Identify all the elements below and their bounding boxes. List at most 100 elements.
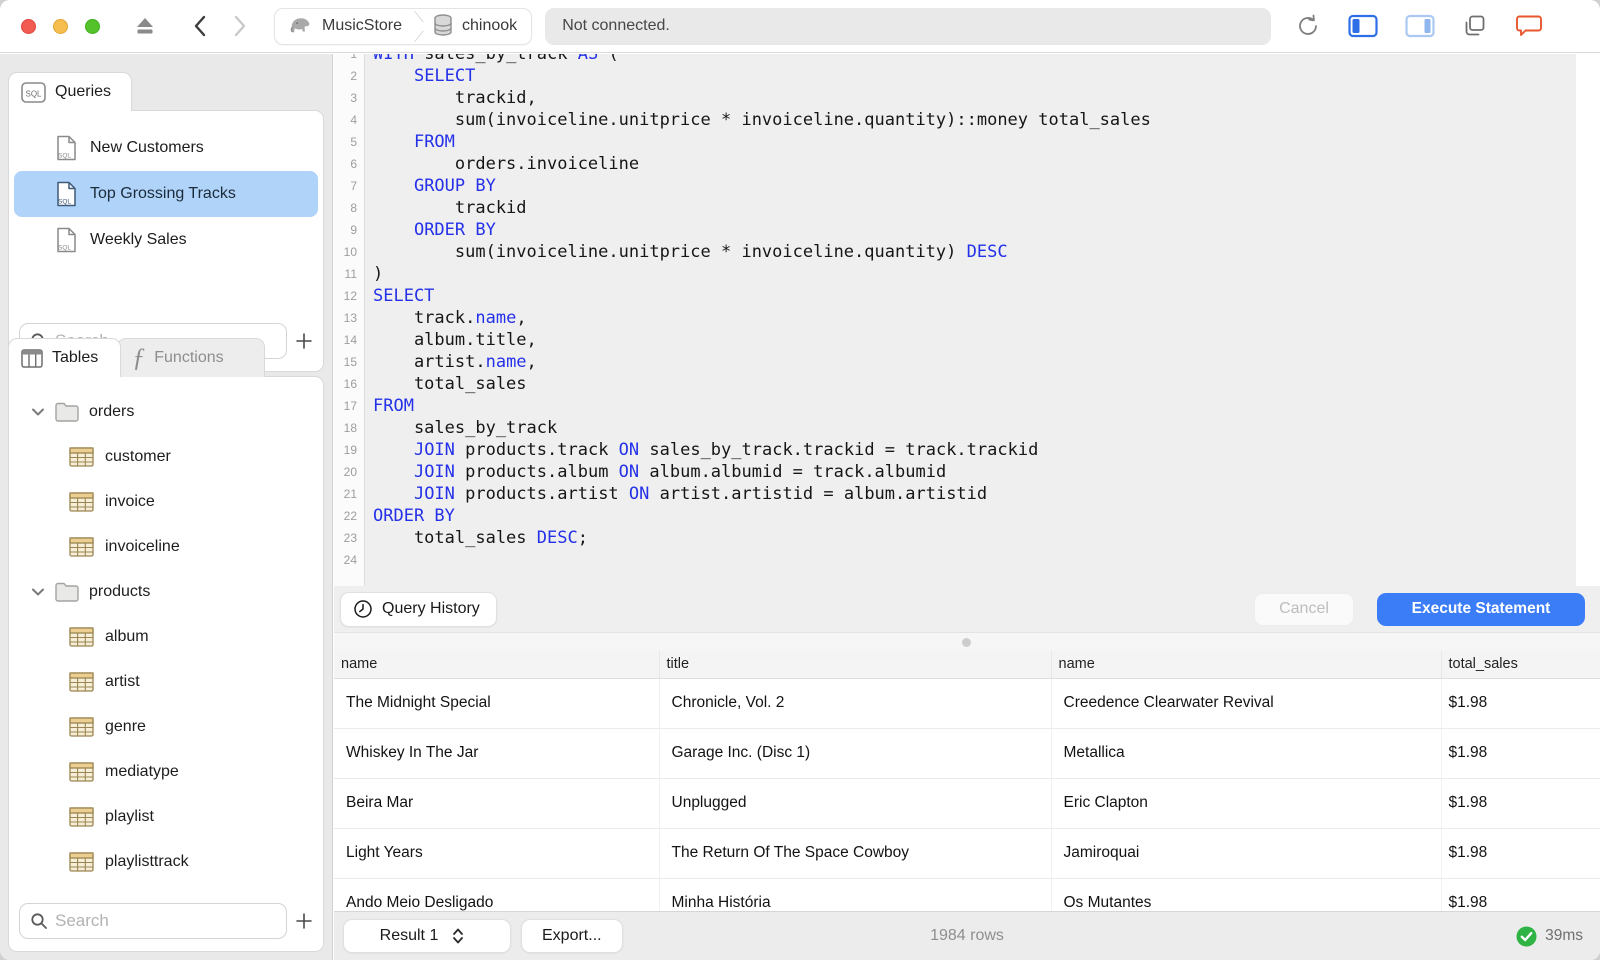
editor-code[interactable]: WITH sales_by_track AS ( SELECT trackid,… — [365, 54, 1600, 586]
results-cell[interactable]: $1.98 — [1441, 728, 1600, 779]
add-table-button[interactable] — [295, 912, 313, 930]
code-line[interactable] — [373, 549, 1600, 571]
code-line[interactable]: JOIN products.album ON album.albumid = t… — [373, 461, 1600, 483]
close-window-button[interactable] — [21, 18, 36, 34]
results-splitter[interactable] — [334, 632, 1600, 651]
breadcrumb-database[interactable]: chinook — [432, 13, 517, 39]
results-column-header[interactable]: total_sales — [1441, 651, 1600, 679]
saved-query-item[interactable]: SQL Top Grossing Tracks — [14, 171, 318, 217]
code-line[interactable]: WITH sales_by_track AS ( — [373, 54, 1600, 65]
results-cell[interactable]: $1.98 — [1441, 778, 1600, 829]
code-line[interactable]: trackid — [373, 197, 1600, 219]
results-cell[interactable]: Garage Inc. (Disc 1) — [659, 728, 1052, 779]
folder-icon — [54, 401, 80, 422]
results-cell[interactable]: Minha História — [659, 878, 1052, 911]
results-row[interactable]: Beira Mar Unplugged Eric Clapton $1.98 — [334, 778, 1600, 829]
code-line[interactable]: FROM — [373, 395, 1600, 417]
table-row-item[interactable]: invoice — [9, 479, 323, 524]
code-line[interactable]: artist.name, — [373, 351, 1600, 373]
forward-button[interactable] — [233, 15, 247, 37]
chevron-down-icon[interactable] — [31, 407, 45, 417]
refresh-icon[interactable] — [1295, 13, 1321, 39]
eject-disconnect-icon[interactable] — [133, 15, 157, 37]
results-row[interactable]: Ando Meio Desligado Minha História Os Muta… — [334, 878, 1600, 911]
results-cell[interactable]: The Midnight Special — [334, 678, 660, 729]
toggle-left-sidebar-icon[interactable] — [1348, 14, 1378, 38]
results-row[interactable]: Whiskey In The Jar Garage Inc. (Disc 1) Me… — [334, 728, 1600, 779]
table-row-item[interactable]: playlisttrack — [9, 839, 323, 884]
code-line[interactable]: orders.invoiceline — [373, 153, 1600, 175]
tables-search-input[interactable] — [55, 911, 276, 931]
splitter-handle[interactable] — [962, 638, 971, 647]
toggle-right-sidebar-icon[interactable] — [1405, 14, 1435, 38]
results-cell[interactable]: Whiskey In The Jar — [334, 728, 660, 779]
tab-functions[interactable]: ƒ Functions — [117, 338, 265, 377]
code-line[interactable]: trackid, — [373, 87, 1600, 109]
table-row-item[interactable]: invoiceline — [9, 524, 323, 569]
results-cell[interactable]: Chronicle, Vol. 2 — [659, 678, 1052, 729]
table-row-item[interactable]: mediatype — [9, 749, 323, 794]
results-cell[interactable]: $1.98 — [1441, 678, 1600, 729]
results-cell[interactable]: Beira Mar — [334, 778, 660, 829]
saved-query-item[interactable]: SQL New Customers — [14, 125, 318, 171]
results-cell[interactable]: Metallica — [1051, 728, 1442, 779]
minimize-window-button[interactable] — [53, 18, 68, 34]
results-cell[interactable]: Jamiroquai — [1051, 828, 1442, 879]
editor-scrollbar-track[interactable] — [1576, 54, 1600, 586]
results-cell[interactable]: Eric Clapton — [1051, 778, 1442, 829]
code-line[interactable]: ) — [373, 263, 1600, 285]
code-line[interactable]: FROM — [373, 131, 1600, 153]
zoom-window-button[interactable] — [85, 18, 100, 34]
back-button[interactable] — [193, 15, 207, 37]
schema-folder-row[interactable]: orders — [9, 389, 323, 434]
results-cell[interactable]: Unplugged — [659, 778, 1052, 829]
tables-search-box[interactable] — [19, 903, 287, 939]
code-line[interactable]: GROUP BY — [373, 175, 1600, 197]
code-line[interactable]: JOIN products.track ON sales_by_track.tr… — [373, 439, 1600, 461]
code-line[interactable]: SELECT — [373, 285, 1600, 307]
breadcrumb-server[interactable]: MusicStore — [287, 14, 402, 38]
tab-queries[interactable]: SQL Queries — [8, 72, 133, 111]
result-selector[interactable]: Result 1 — [343, 919, 511, 953]
code-line[interactable]: ORDER BY — [373, 219, 1600, 241]
table-row-item[interactable]: customer — [9, 434, 323, 479]
results-cell[interactable]: $1.98 — [1441, 828, 1600, 879]
results-cell[interactable]: $1.98 — [1441, 878, 1600, 911]
results-cell[interactable]: Light Years — [334, 828, 660, 879]
results-cell[interactable]: The Return Of The Space Cowboy — [659, 828, 1052, 879]
results-row[interactable]: The Midnight Special Chronicle, Vol. 2 Cre… — [334, 678, 1600, 729]
code-line[interactable]: sum(invoiceline.unitprice * invoiceline.… — [373, 241, 1600, 263]
query-history-button[interactable]: Query History — [340, 591, 497, 627]
sql-editor[interactable]: 1 2 3 4 5 6 7 8 9 10 11 12 13 14 15 16 17 18 19 20 21 22 23 24 … — [334, 54, 1600, 586]
saved-query-item[interactable]: SQL Weekly Sales — [14, 217, 318, 263]
table-row-item[interactable]: album — [9, 614, 323, 659]
code-line[interactable]: JOIN products.artist ON artist.artistid … — [373, 483, 1600, 505]
add-query-button[interactable] — [295, 332, 313, 350]
results-column-header[interactable]: name — [1051, 651, 1442, 679]
duplicate-window-icon[interactable] — [1462, 13, 1488, 39]
results-cell[interactable]: Creedence Clearwater Revival — [1051, 678, 1442, 729]
code-line[interactable]: album.title, — [373, 329, 1600, 351]
code-line[interactable]: total_sales DESC; — [373, 527, 1600, 549]
results-cell[interactable]: Ando Meio Desligado — [334, 878, 660, 911]
execute-statement-button[interactable]: Execute Statement — [1377, 592, 1585, 626]
results-row[interactable]: Light Years The Return Of The Space Cowbo… — [334, 828, 1600, 879]
cancel-label: Cancel — [1279, 600, 1329, 617]
results-cell[interactable]: Os Mutantes — [1051, 878, 1442, 911]
code-line[interactable]: SELECT — [373, 65, 1600, 87]
feedback-bubble-icon[interactable] — [1515, 13, 1543, 39]
code-line[interactable]: ORDER BY — [373, 505, 1600, 527]
table-row-item[interactable]: genre — [9, 704, 323, 749]
code-line[interactable]: total_sales — [373, 373, 1600, 395]
schema-folder-row[interactable]: products — [9, 569, 323, 614]
code-line[interactable]: sum(invoiceline.unitprice * invoiceline.… — [373, 109, 1600, 131]
code-line[interactable]: track.name, — [373, 307, 1600, 329]
table-row-item[interactable]: playlist — [9, 794, 323, 839]
table-row-item[interactable]: artist — [9, 659, 323, 704]
results-column-header[interactable]: name — [334, 651, 660, 679]
export-button[interactable]: Export... — [521, 919, 623, 953]
chevron-down-icon[interactable] — [31, 587, 45, 597]
tab-tables[interactable]: Tables — [8, 338, 122, 377]
results-column-header[interactable]: title — [659, 651, 1052, 679]
code-line[interactable]: sales_by_track — [373, 417, 1600, 439]
